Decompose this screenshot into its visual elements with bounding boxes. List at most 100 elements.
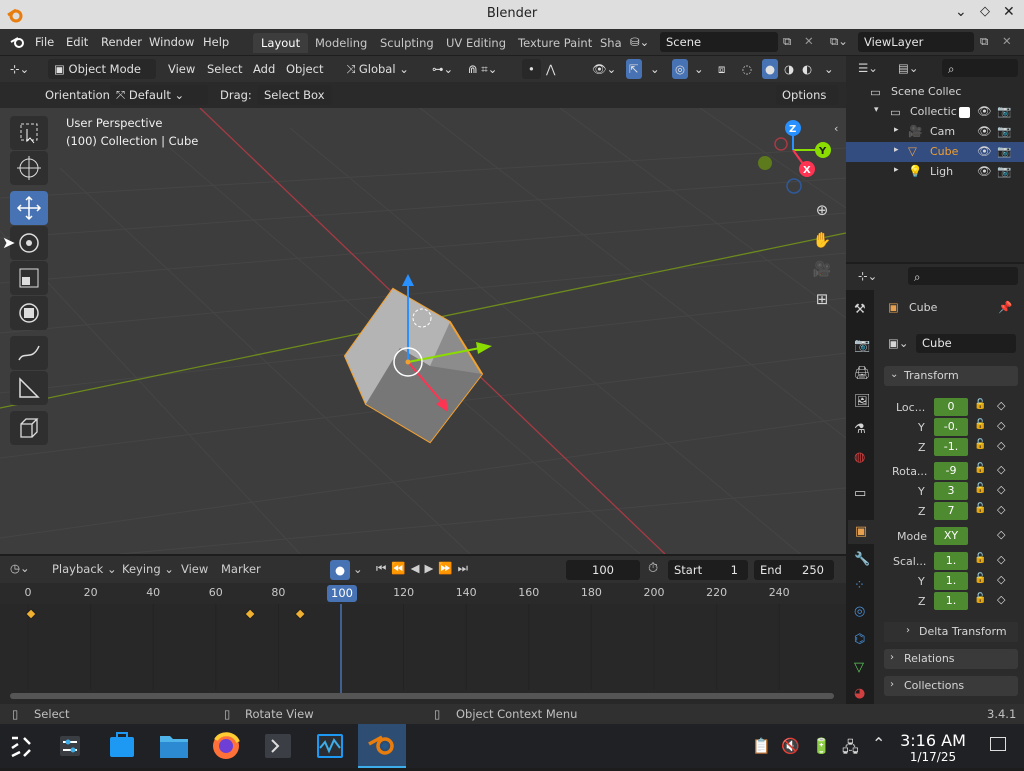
rotation-y-field[interactable]: 3 xyxy=(934,482,968,500)
current-frame-marker[interactable]: 100 xyxy=(327,585,357,602)
volume-muted-icon[interactable]: 🔇 xyxy=(781,737,800,755)
playback-menu[interactable]: Playback ⌄ xyxy=(52,562,117,576)
scale-y-field[interactable]: 1. xyxy=(934,572,968,590)
overlays-dropdown-icon[interactable]: ⌄ xyxy=(694,59,704,79)
scene-tab-icon[interactable]: ⚗ xyxy=(854,422,866,437)
keyframe-icon[interactable]: ◇ xyxy=(997,419,1005,432)
outliner-search-input[interactable]: ⌕ xyxy=(942,59,1018,77)
timeline-track[interactable] xyxy=(0,604,846,704)
tray-expand-icon[interactable]: ⌃ xyxy=(872,734,885,753)
overlays-icon[interactable]: ◎ xyxy=(672,59,689,79)
proportional-edit-icon[interactable]: • xyxy=(522,59,541,79)
scene-name-field[interactable]: Scene xyxy=(660,32,778,52)
maximize-button[interactable]: ◇ xyxy=(980,4,990,19)
location-y-field[interactable]: -0. xyxy=(934,418,968,436)
blender-taskbar-icon[interactable] xyxy=(358,724,406,768)
timeline-scrollbar[interactable] xyxy=(10,693,834,699)
keyframe-icon[interactable]: ◇ xyxy=(997,463,1005,476)
tab-texture-paint[interactable]: Texture Paint xyxy=(510,33,600,53)
location-z-field[interactable]: -1. xyxy=(934,438,968,456)
menu-select[interactable]: Select xyxy=(207,59,242,79)
object-tab-icon[interactable]: ▣ xyxy=(848,520,874,544)
cube-object[interactable] xyxy=(343,274,492,444)
keyframe-icon[interactable]: ◇ xyxy=(997,553,1005,566)
outliner-row-cube[interactable]: ▸ ▽ Cube 👁 📷 xyxy=(846,142,1024,162)
auto-keying-icon[interactable]: ● xyxy=(330,560,350,580)
snap-icon[interactable]: ⋒ ⌗⌄ xyxy=(468,59,497,79)
visibility-eye-icon[interactable]: 👁 xyxy=(977,144,992,158)
zoom-icon[interactable]: ⊕ xyxy=(808,201,836,225)
sidebar-toggle-icon[interactable]: ‹ xyxy=(834,122,838,135)
keyframe-icon[interactable]: ◇ xyxy=(997,439,1005,452)
menu-window[interactable]: Window xyxy=(149,35,194,49)
transform-panel-header[interactable]: ⌄ Transform xyxy=(884,366,1018,386)
start-frame-field[interactable]: Start 1 xyxy=(668,560,748,580)
pivot-point-icon[interactable]: ⊶⌄ xyxy=(432,59,453,79)
outliner-row-collection[interactable]: ▾ ▭ Collectic 👁 📷 xyxy=(846,102,1024,122)
keyframe-icon[interactable]: ◇ xyxy=(997,528,1005,541)
clock-time[interactable]: 3:16 AM xyxy=(898,731,968,750)
outliner-row-camera[interactable]: ▸ 🎥 Cam 👁 📷 xyxy=(846,122,1024,142)
scale-tool-icon[interactable] xyxy=(10,261,48,295)
world-tab-icon[interactable]: ◍ xyxy=(854,450,865,465)
network-icon[interactable]: 🖧 xyxy=(842,737,859,762)
firefox-taskbar-icon[interactable] xyxy=(204,724,248,768)
close-button[interactable]: ✕ xyxy=(1003,4,1015,20)
move-tool-icon[interactable] xyxy=(10,191,48,225)
transform-tool-icon[interactable] xyxy=(10,296,48,330)
keyframe-diamond[interactable] xyxy=(244,608,256,620)
location-x-field[interactable]: 0 xyxy=(934,398,968,416)
view-layer-tab-icon[interactable]: 🖼 xyxy=(854,394,871,409)
lock-icon[interactable]: 🔓 xyxy=(974,573,986,584)
visibility-eye-icon[interactable]: 👁 xyxy=(977,164,992,178)
new-view-layer-icon[interactable]: ⧉ xyxy=(980,34,988,49)
modifiers-tab-icon[interactable]: 🔧 xyxy=(854,552,870,567)
menu-file[interactable]: File xyxy=(35,35,54,49)
menu-help[interactable]: Help xyxy=(203,35,229,49)
file-manager-taskbar-icon[interactable] xyxy=(152,724,196,768)
exclude-checkbox[interactable] xyxy=(959,107,970,118)
current-frame-field[interactable]: 100 xyxy=(566,560,640,580)
system-settings-taskbar-icon[interactable] xyxy=(48,724,92,768)
lock-icon[interactable]: 🔓 xyxy=(974,483,986,494)
outliner-row-light[interactable]: ▸ 💡 Ligh 👁 📷 xyxy=(846,162,1024,182)
visibility-eye-icon[interactable]: 👁 xyxy=(977,104,992,118)
outliner-editor-type-icon[interactable]: ☰⌄ xyxy=(858,61,878,75)
preview-range-icon[interactable]: ⏱ xyxy=(648,561,658,576)
delta-transform-header[interactable]: › Delta Transform xyxy=(884,622,1018,642)
lock-icon[interactable]: 🔓 xyxy=(974,439,986,450)
tab-layout[interactable]: Layout xyxy=(253,33,309,53)
keyframe-icon[interactable]: ◇ xyxy=(997,503,1005,516)
material-tab-icon[interactable]: ◕ xyxy=(854,686,865,701)
discover-taskbar-icon[interactable] xyxy=(100,724,144,768)
data-tab-icon[interactable]: ▽ xyxy=(854,660,864,675)
scale-z-field[interactable]: 1. xyxy=(934,592,968,610)
menu-render[interactable]: Render xyxy=(101,35,142,49)
particles-tab-icon[interactable]: ⁘ xyxy=(854,578,865,593)
orientation-dropdown[interactable]: ⤧ Default ⌄ xyxy=(110,85,208,105)
lock-icon[interactable]: 🔓 xyxy=(974,553,986,564)
playback-controls[interactable]: ⏮⏪◀▶⏩⏭ xyxy=(376,561,473,576)
xray-icon[interactable]: ⧈ xyxy=(718,59,725,79)
properties-editor-type-icon[interactable]: ⊹⌄ xyxy=(858,269,877,283)
scene-selector-icon[interactable]: ⛁⌄ xyxy=(630,35,649,49)
tab-uv-editing[interactable]: UV Editing xyxy=(438,33,514,53)
outliner-row-scene-collection[interactable]: ▭ Scene Collec xyxy=(846,82,1024,102)
menu-view[interactable]: View xyxy=(168,59,195,79)
physics-tab-icon[interactable]: ◎ xyxy=(854,604,865,619)
transform-orientation-dropdown[interactable]: ⤨ Global ⌄ xyxy=(346,59,409,79)
view-layer-field[interactable]: ViewLayer xyxy=(858,32,974,52)
rotate-tool-icon[interactable] xyxy=(10,226,48,260)
keyframe-markers[interactable] xyxy=(25,608,306,620)
render-camera-icon[interactable]: 📷 xyxy=(997,164,1011,178)
object-data-icon[interactable]: ▣⌄ xyxy=(888,336,909,350)
keyframe-icon[interactable]: ◇ xyxy=(997,399,1005,412)
auto-keying-dropdown-icon[interactable]: ⌄ xyxy=(353,562,363,576)
options-dropdown[interactable]: Options ⌄ xyxy=(776,85,838,122)
render-camera-icon[interactable]: 📷 xyxy=(997,124,1011,138)
falloff-icon[interactable]: ⋀ xyxy=(546,59,555,79)
tab-sculpting[interactable]: Sculpting xyxy=(372,33,442,53)
view-layer-icon[interactable]: ⧉⌄ xyxy=(830,34,848,49)
blender-menu-icon[interactable] xyxy=(9,34,27,50)
editor-type-icon[interactable]: ⊹⌄ xyxy=(10,59,29,79)
